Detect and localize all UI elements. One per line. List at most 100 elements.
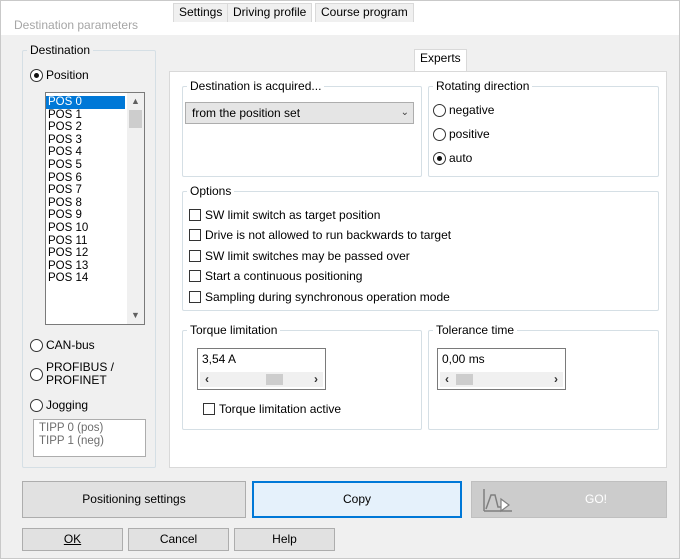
option-continuous[interactable]: Start a continuous positioning [189, 269, 362, 283]
radio-rot-positive[interactable]: positive [433, 128, 490, 141]
checkbox-box [189, 270, 201, 282]
tolerance-scrollbar[interactable]: ‹ › [440, 372, 563, 387]
chevron-right-icon[interactable]: › [309, 372, 323, 387]
radio-canbus-label: CAN-bus [46, 338, 95, 352]
radio-canbus[interactable]: CAN-bus [30, 339, 95, 352]
torque-value-box[interactable]: 3,54 A ‹ › [197, 348, 326, 390]
option-sw-limit-target[interactable]: SW limit switch as target position [189, 208, 380, 222]
torque-active-label: Torque limitation active [219, 402, 342, 416]
tolerance-value-box[interactable]: 0,00 ms ‹ › [437, 348, 566, 390]
tab-driving-profile[interactable]: Driving profile [227, 3, 313, 22]
position-list-item[interactable]: POS 3 [46, 134, 125, 147]
tolerance-scroll-thumb[interactable] [456, 374, 473, 385]
dialog-window: Destination parameters Destination Posit… [0, 0, 680, 559]
checkbox-box [203, 403, 215, 415]
option-no-backwards[interactable]: Drive is not allowed to run backwards to… [189, 228, 451, 242]
tab-experts[interactable]: Experts [414, 49, 467, 71]
torque-scrollbar[interactable]: ‹ › [200, 372, 323, 387]
position-list-item[interactable]: POS 14 [46, 272, 125, 285]
radio-profibus[interactable]: PROFIBUS / PROFINET [30, 361, 114, 387]
tab-course-program[interactable]: Course program [315, 3, 414, 22]
cancel-button[interactable]: Cancel [128, 528, 229, 551]
position-list-item[interactable]: POS 7 [46, 184, 125, 197]
position-listbox[interactable]: POS 0 POS 1 POS 2 POS 3 POS 4 POS 5 POS 6 POS 7… [45, 92, 145, 325]
position-list-item[interactable]: POS 0 [46, 96, 125, 109]
destination-legend: Destination [30, 43, 91, 57]
tab-settings[interactable]: Settings [173, 3, 229, 22]
position-list-item[interactable]: POS 11 [46, 235, 125, 248]
position-list-item[interactable]: POS 10 [46, 222, 125, 235]
position-list-item[interactable]: POS 9 [46, 209, 125, 222]
option-label: Start a continuous positioning [205, 269, 363, 283]
jog-item-0: TIPP 0 (pos) [39, 422, 104, 434]
chevron-right-icon[interactable]: › [549, 372, 563, 387]
position-list-item[interactable]: POS 6 [46, 172, 125, 185]
radio-dot-position [30, 69, 43, 82]
radio-dot-jogging [30, 399, 43, 412]
radio-jogging-label: Jogging [46, 398, 89, 412]
option-label: SW limit switch as target position [205, 208, 381, 222]
rot-positive-label: positive [449, 127, 490, 141]
copy-button[interactable]: Copy [252, 481, 462, 518]
radio-dot-positive [433, 128, 446, 141]
position-list-item[interactable]: POS 12 [46, 247, 125, 260]
checkbox-box [189, 250, 201, 262]
tolerance-value: 0,00 ms [442, 352, 485, 366]
ok-button[interactable]: OK [22, 528, 123, 551]
rot-auto-label: auto [449, 151, 473, 165]
chevron-left-icon[interactable]: ‹ [200, 372, 214, 387]
position-list-item[interactable]: POS 2 [46, 121, 125, 134]
chevron-left-icon[interactable]: ‹ [440, 372, 454, 387]
acquired-group: Destination is acquired... [182, 79, 422, 177]
radio-dot-negative [433, 104, 446, 117]
acquired-dropdown-value: from the position set [192, 106, 301, 120]
go-button-label: GO! [585, 492, 608, 506]
torque-legend: Torque limitation [190, 323, 278, 337]
go-button[interactable]: GO! [471, 481, 667, 518]
option-sampling-sync[interactable]: Sampling during synchronous operation mo… [189, 290, 450, 304]
radio-rot-negative[interactable]: negative [433, 104, 494, 117]
radio-dot-canbus [30, 339, 43, 352]
motion-profile-icon [483, 489, 512, 513]
option-label: Sampling during synchronous operation mo… [205, 290, 450, 304]
checkbox-box [189, 291, 201, 303]
option-label: SW limit switches may be passed over [205, 249, 410, 263]
rot-negative-label: negative [449, 103, 495, 117]
ok-button-label: OK [63, 532, 82, 546]
position-list-item[interactable]: POS 5 [46, 159, 125, 172]
jogging-listbox: TIPP 0 (pos) TIPP 1 (neg) [33, 419, 146, 457]
option-sw-limit-passed[interactable]: SW limit switches may be passed over [189, 249, 410, 263]
torque-scroll-thumb[interactable] [266, 374, 283, 385]
help-button[interactable]: Help [234, 528, 335, 551]
help-button-label: Help [272, 532, 297, 546]
radio-jogging[interactable]: Jogging [30, 399, 88, 412]
scroll-thumb[interactable] [129, 110, 142, 128]
cancel-button-label: Cancel [159, 532, 198, 546]
radio-rot-auto[interactable]: auto [433, 152, 472, 165]
radio-dot-auto [433, 152, 446, 165]
options-legend: Options [190, 184, 232, 198]
checkbox-box [189, 229, 201, 241]
profibus-label-line2: PROFINET [46, 373, 107, 387]
radio-position-label: Position [46, 68, 89, 82]
window-title: Destination parameters [14, 18, 139, 32]
tolerance-legend: Tolerance time [436, 323, 515, 337]
position-list-scrollbar[interactable]: ▲ ▼ [127, 93, 144, 324]
jog-item-1: TIPP 1 (neg) [39, 435, 104, 447]
position-list-item[interactable]: POS 1 [46, 109, 125, 122]
positioning-settings-button[interactable]: Positioning settings [22, 481, 246, 518]
radio-position[interactable]: Position [30, 69, 89, 82]
torque-active-checkbox[interactable]: Torque limitation active [203, 402, 341, 416]
scroll-down-icon[interactable]: ▼ [127, 307, 144, 324]
position-list-item[interactable]: POS 4 [46, 146, 125, 159]
torque-value: 3,54 A [202, 352, 237, 366]
position-list-item[interactable]: POS 8 [46, 197, 125, 210]
chevron-down-icon: ⌄ [400, 107, 409, 118]
radio-profibus-label: PROFIBUS / PROFINET [46, 361, 114, 387]
checkbox-box [189, 209, 201, 221]
rotating-legend: Rotating direction [436, 79, 530, 93]
option-label: Drive is not allowed to run backwards to… [205, 228, 452, 242]
scroll-up-icon[interactable]: ▲ [127, 93, 144, 110]
position-list-item[interactable]: POS 13 [46, 260, 125, 273]
acquired-dropdown[interactable]: from the position set ⌄ [185, 102, 414, 124]
